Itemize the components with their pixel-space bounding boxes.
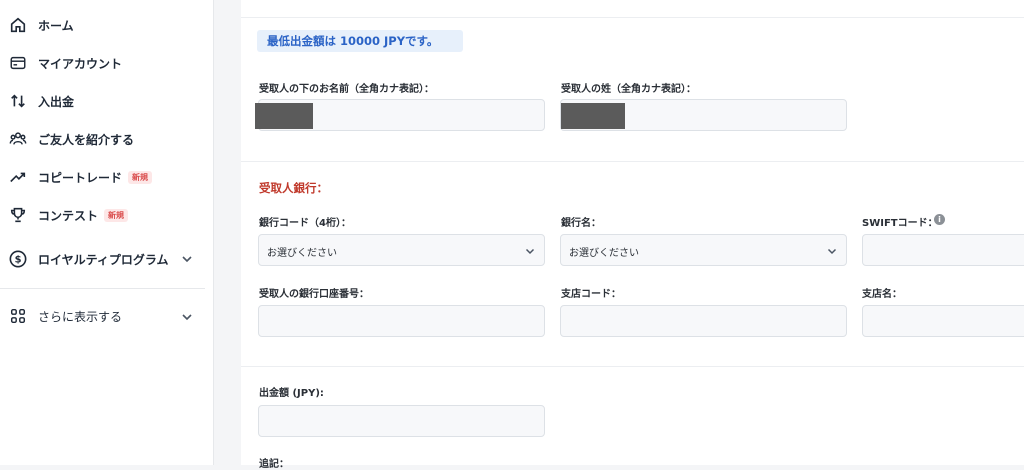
account-number-label: 受取人の銀行口座番号：	[259, 289, 369, 300]
home-icon	[8, 15, 28, 35]
bank-code-select[interactable]: お選びください	[258, 234, 545, 266]
sidebar-item-contest[interactable]: コンテスト 新規	[8, 200, 129, 230]
select-value: お選びください	[569, 248, 639, 259]
new-badge: 新規	[104, 208, 129, 222]
chevron-down-icon[interactable]	[180, 252, 194, 266]
branch-name-label: 支店名：	[862, 289, 902, 300]
bank-section-title: 受取人銀行：	[259, 181, 328, 195]
min-amount-notice: 最低出金額は 10000 JPYです。	[257, 30, 463, 52]
first-name-input[interactable]	[255, 99, 545, 131]
withdrawal-form: 最低出金額は 10000 JPYです。 受取人の下のお名前（全角カナ表記）： 受…	[241, 0, 1024, 470]
sidebar-item-label: 入出金	[38, 94, 75, 109]
sidebar-item-label: さらに表示する	[38, 309, 123, 324]
new-badge: 新規	[128, 170, 153, 184]
amount-input[interactable]	[258, 405, 545, 437]
sidebar-item-my-account[interactable]: マイアカウント	[8, 48, 122, 78]
sidebar-item-label: コピートレード	[38, 170, 123, 185]
redacted-block	[561, 103, 625, 129]
svg-text:$: $	[15, 255, 22, 266]
notes-label: 追記：	[259, 459, 289, 470]
chevron-down-icon	[827, 248, 837, 255]
trophy-icon	[8, 205, 28, 225]
divider	[241, 366, 1024, 367]
dollar-circle-icon: $	[8, 249, 28, 269]
bank-name-label: 銀行名：	[561, 218, 601, 229]
sidebar-item-loyalty[interactable]: $ ロイヤルティプログラム	[8, 244, 169, 274]
sidebar-item-show-more[interactable]: さらに表示する	[8, 301, 122, 331]
branch-name-input[interactable]	[862, 305, 1024, 337]
sidebar-item-home[interactable]: ホーム	[8, 10, 74, 40]
bank-code-label: 銀行コード（4桁）：	[259, 218, 351, 229]
branch-code-input[interactable]	[560, 305, 847, 337]
transfer-arrows-icon	[8, 91, 28, 111]
sidebar-item-copy-trade[interactable]: コピートレード 新規	[8, 162, 153, 192]
credit-card-icon	[8, 53, 28, 73]
branch-code-label: 支店コード：	[561, 289, 621, 300]
account-number-input[interactable]	[258, 305, 545, 337]
sidebar-item-deposit-withdraw[interactable]: 入出金	[8, 86, 74, 116]
chevron-down-icon[interactable]	[180, 310, 194, 324]
first-name-label: 受取人の下のお名前（全角カナ表記）：	[259, 84, 434, 95]
select-value: お選びください	[267, 248, 337, 259]
info-icon[interactable]: i	[934, 214, 945, 225]
swift-label: SWIFTコード：	[862, 218, 938, 229]
bank-name-select[interactable]: お選びください	[560, 234, 847, 266]
sidebar-item-label: ご友人を紹介する	[38, 132, 135, 147]
divider	[241, 161, 1024, 162]
users-icon	[8, 129, 28, 149]
sidebar-item-label: マイアカウント	[38, 56, 123, 71]
sidebar-item-label: ホーム	[38, 18, 74, 33]
sidebar-item-label: コンテスト	[38, 208, 99, 223]
chevron-down-icon	[525, 248, 535, 255]
swift-input[interactable]	[862, 234, 1024, 266]
sidebar-item-label: ロイヤルティプログラム	[38, 252, 169, 267]
divider	[241, 17, 1024, 18]
grid-icon	[8, 306, 28, 326]
sidebar-item-refer-friend[interactable]: ご友人を紹介する	[8, 124, 134, 154]
last-name-label: 受取人の姓（全角カナ表記）：	[561, 84, 696, 95]
last-name-input[interactable]	[560, 99, 847, 131]
amount-label: 出金額 (JPY):	[259, 388, 324, 399]
redacted-block	[255, 103, 313, 129]
trending-up-icon	[8, 167, 28, 187]
sidebar: ホーム マイアカウント 入出金 ご友人を紹介する コピートレード 新規 コンテス…	[0, 0, 214, 465]
sidebar-divider	[0, 288, 205, 289]
